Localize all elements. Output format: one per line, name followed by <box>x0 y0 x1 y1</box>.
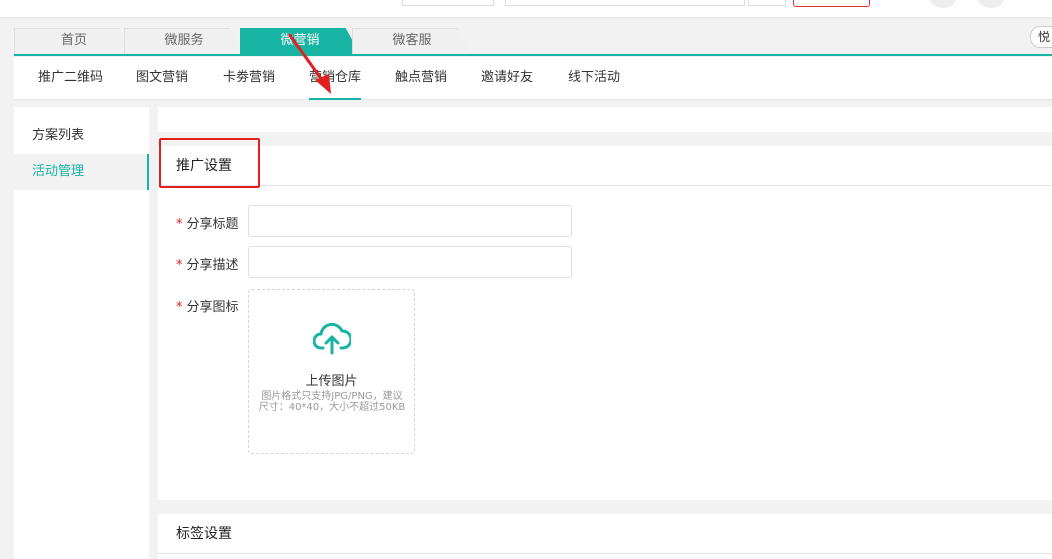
user-avatar-chip[interactable]: 悦 <box>1030 26 1052 48</box>
tab-home[interactable]: 首页 <box>14 28 134 54</box>
tab-micro-customer-service[interactable]: 微客服 <box>352 28 472 54</box>
tag-settings-panel: 标签设置 <box>158 514 1052 559</box>
share-icon-label: * 分享图标 <box>176 296 239 315</box>
subnav-article-marketing[interactable]: 图文营销 <box>136 57 188 100</box>
share-icon-label-text: 分享图标 <box>186 300 239 315</box>
share-desc-label: * 分享描述 <box>176 254 239 273</box>
header-icon[interactable] <box>978 0 1004 8</box>
cloud-upload-icon <box>313 322 351 355</box>
tag-settings-header: 标签设置 <box>158 514 1052 554</box>
subnav-touchpoint-marketing[interactable]: 触点营销 <box>395 57 447 100</box>
sidebar: 方案列表 活动管理 <box>14 107 149 559</box>
subnav-promo-qrcode[interactable]: 推广二维码 <box>38 57 103 100</box>
subnav-offline-activity[interactable]: 线下活动 <box>568 57 620 100</box>
tab-home-label: 首页 <box>60 33 87 48</box>
tag-settings-title: 标签设置 <box>176 526 232 542</box>
required-mark: * <box>176 217 183 232</box>
subnav-coupon-marketing[interactable]: 卡劵营销 <box>223 57 275 100</box>
header-search-box[interactable] <box>505 0 745 6</box>
share-title-label-text: 分享标题 <box>186 217 239 232</box>
header-control[interactable] <box>748 0 786 6</box>
top-header <box>0 0 1052 18</box>
toolbar-panel <box>158 107 1052 132</box>
upload-tip: 图片格式只支持JPG/PNG，建议尺寸：40*40，大小不超过50KB <box>258 391 406 413</box>
header-control[interactable] <box>402 0 494 6</box>
header-highlight-button[interactable] <box>793 0 870 7</box>
image-upload-area[interactable]: 上传图片 图片格式只支持JPG/PNG，建议尺寸：40*40，大小不超过50KB <box>248 289 415 454</box>
tab-micro-service[interactable]: 微服务 <box>124 28 244 54</box>
sidebar-item-plan-list[interactable]: 方案列表 <box>14 118 149 154</box>
header-icon[interactable] <box>930 0 956 8</box>
promo-settings-panel: 推广设置 * 分享标题 * 分享描述 * 分享图标 上传图片 图片格式只支持JPG/P… <box>158 138 1052 500</box>
sub-navigation: 推广二维码 图文营销 卡劵营销 营销仓库 触点营销 邀请好友 线下活动 <box>14 57 1052 100</box>
promo-settings-header: 推广设置 <box>158 146 1052 186</box>
annotation-arrow-icon <box>287 33 331 94</box>
subnav-invite-friends[interactable]: 邀请好友 <box>481 57 533 100</box>
upload-title: 上传图片 <box>305 374 358 389</box>
tab-micro-service-label: 微服务 <box>164 33 204 48</box>
sidebar-item-activity-management[interactable]: 活动管理 <box>14 154 149 190</box>
share-title-input[interactable] <box>248 205 572 237</box>
share-desc-label-text: 分享描述 <box>186 258 239 273</box>
share-title-label: * 分享标题 <box>176 213 239 232</box>
required-mark: * <box>176 258 183 273</box>
share-desc-input[interactable] <box>248 246 572 278</box>
required-mark: * <box>176 300 183 315</box>
title-highlight-box <box>159 138 260 188</box>
tab-micro-customer-service-label: 微客服 <box>392 33 432 48</box>
main-tab-bar: 首页 微服务 微营销 微客服 悦 <box>14 26 1052 56</box>
